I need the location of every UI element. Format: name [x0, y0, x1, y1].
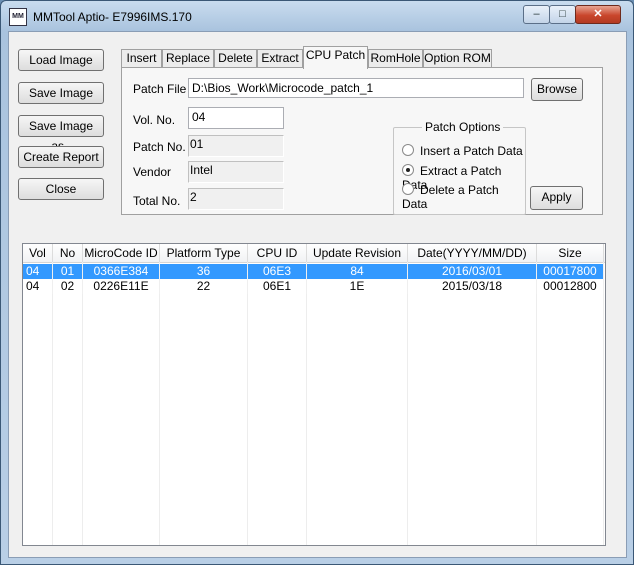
gridline	[247, 262, 248, 545]
column-header-date[interactable]: Date(YYYY/MM/DD)	[408, 244, 537, 262]
tab-delete[interactable]: Delete	[214, 49, 257, 68]
browse-button[interactable]: Browse	[531, 78, 583, 101]
vol-no-input[interactable]: 04	[188, 107, 284, 129]
close-window-button[interactable]: ✕	[575, 5, 621, 24]
patch-no-value: 01	[188, 135, 284, 157]
close-button[interactable]: Close	[18, 178, 104, 200]
table-row[interactable]: 04 02 0226E11E 22 06E1 1E 2015/03/18 000…	[23, 279, 605, 294]
patch-file-label: Patch File	[133, 82, 187, 96]
radio-insert-indicator[interactable]	[402, 144, 414, 156]
total-no-label: Total No.	[133, 194, 181, 208]
gridline	[306, 262, 307, 545]
tab-extract[interactable]: Extract	[257, 49, 303, 68]
gridline	[407, 262, 408, 545]
patch-options-group: Patch Options Insert a Patch Data Extrac…	[393, 120, 526, 215]
gridline	[82, 262, 83, 545]
radio-insert-label: Insert a Patch Data	[420, 144, 523, 158]
vendor-label: Vendor	[133, 165, 172, 179]
maximize-button[interactable]: □	[549, 5, 576, 24]
cpu-patch-panel: Patch File D:\Bios_Work\Microcode_patch_…	[121, 67, 603, 215]
save-image-as-button[interactable]: Save Image as..	[18, 115, 104, 153]
cell-platform-type: 22	[160, 279, 248, 294]
cell-microcode-id: 0226E11E	[83, 279, 160, 294]
column-header-platform-type[interactable]: Platform Type	[160, 244, 248, 262]
radio-delete-label: Delete a Patch Data	[402, 183, 499, 211]
apply-button[interactable]: Apply	[530, 186, 583, 210]
column-header-no[interactable]: No	[53, 244, 83, 262]
column-header-update-revision[interactable]: Update Revision	[307, 244, 408, 262]
column-header-vol[interactable]: Vol	[23, 244, 53, 262]
patch-file-input[interactable]: D:\Bios_Work\Microcode_patch_1	[188, 78, 524, 98]
radio-extract-indicator[interactable]	[402, 164, 414, 176]
client-area: Load Image Save Image Save Image as.. Cr…	[8, 31, 627, 558]
tab-insert[interactable]: Insert	[121, 49, 162, 68]
total-no-value: 2	[188, 188, 284, 210]
tab-romhole[interactable]: RomHole	[368, 49, 423, 68]
window-title: MMTool Aptio- E7996IMS.170	[33, 10, 192, 24]
tab-cpu-patch[interactable]: CPU Patch	[303, 46, 368, 69]
cell-date: 2015/03/18	[408, 279, 537, 294]
column-header-microcode-id[interactable]: MicroCode ID	[83, 244, 160, 262]
tab-replace[interactable]: Replace	[162, 49, 214, 68]
list-header: Vol No MicroCode ID Platform Type CPU ID…	[23, 244, 605, 263]
cell-cpu-id: 06E1	[248, 279, 307, 294]
create-report-button[interactable]: Create Report	[18, 146, 104, 168]
patch-options-legend: Patch Options	[422, 120, 504, 134]
app-icon: MM	[9, 8, 27, 26]
radio-delete-indicator[interactable]	[402, 183, 414, 195]
radio-insert-patch[interactable]: Insert a Patch Data	[402, 144, 523, 158]
cell-no: 02	[53, 279, 83, 294]
cell-date: 2016/03/01	[408, 264, 537, 279]
gridline	[52, 262, 53, 545]
cell-platform-type: 36	[160, 264, 248, 279]
cell-vol: 04	[23, 279, 53, 294]
gridline	[159, 262, 160, 545]
gridline	[536, 262, 537, 545]
radio-delete-patch[interactable]: Delete a Patch Data	[402, 183, 525, 211]
cell-microcode-id: 0366E384	[83, 264, 160, 279]
save-image-button[interactable]: Save Image	[18, 82, 104, 104]
main-window: MM MMTool Aptio- E7996IMS.170 – □ ✕ Load…	[0, 0, 634, 565]
cell-update-revision: 84	[307, 264, 408, 279]
tab-option-rom[interactable]: Option ROM	[423, 49, 492, 68]
load-image-button[interactable]: Load Image	[18, 49, 104, 71]
cell-no: 01	[53, 264, 83, 279]
vol-no-label: Vol. No.	[133, 113, 176, 127]
cell-size: 00017800	[537, 264, 604, 279]
vendor-value: Intel	[188, 161, 284, 183]
cell-vol: 04	[23, 264, 53, 279]
cell-update-revision: 1E	[307, 279, 408, 294]
table-row[interactable]: 04 01 0366E384 36 06E3 84 2016/03/01 000…	[23, 264, 605, 279]
patch-no-label: Patch No.	[133, 140, 186, 154]
patch-list[interactable]: Vol No MicroCode ID Platform Type CPU ID…	[22, 243, 606, 546]
column-header-cpu-id[interactable]: CPU ID	[248, 244, 307, 262]
title-bar[interactable]: MM MMTool Aptio- E7996IMS.170 – □ ✕	[1, 1, 633, 31]
cell-cpu-id: 06E3	[248, 264, 307, 279]
cell-size: 00012800	[537, 279, 604, 294]
gridline	[603, 262, 604, 545]
minimize-button[interactable]: –	[523, 5, 550, 24]
column-header-size[interactable]: Size	[537, 244, 604, 262]
